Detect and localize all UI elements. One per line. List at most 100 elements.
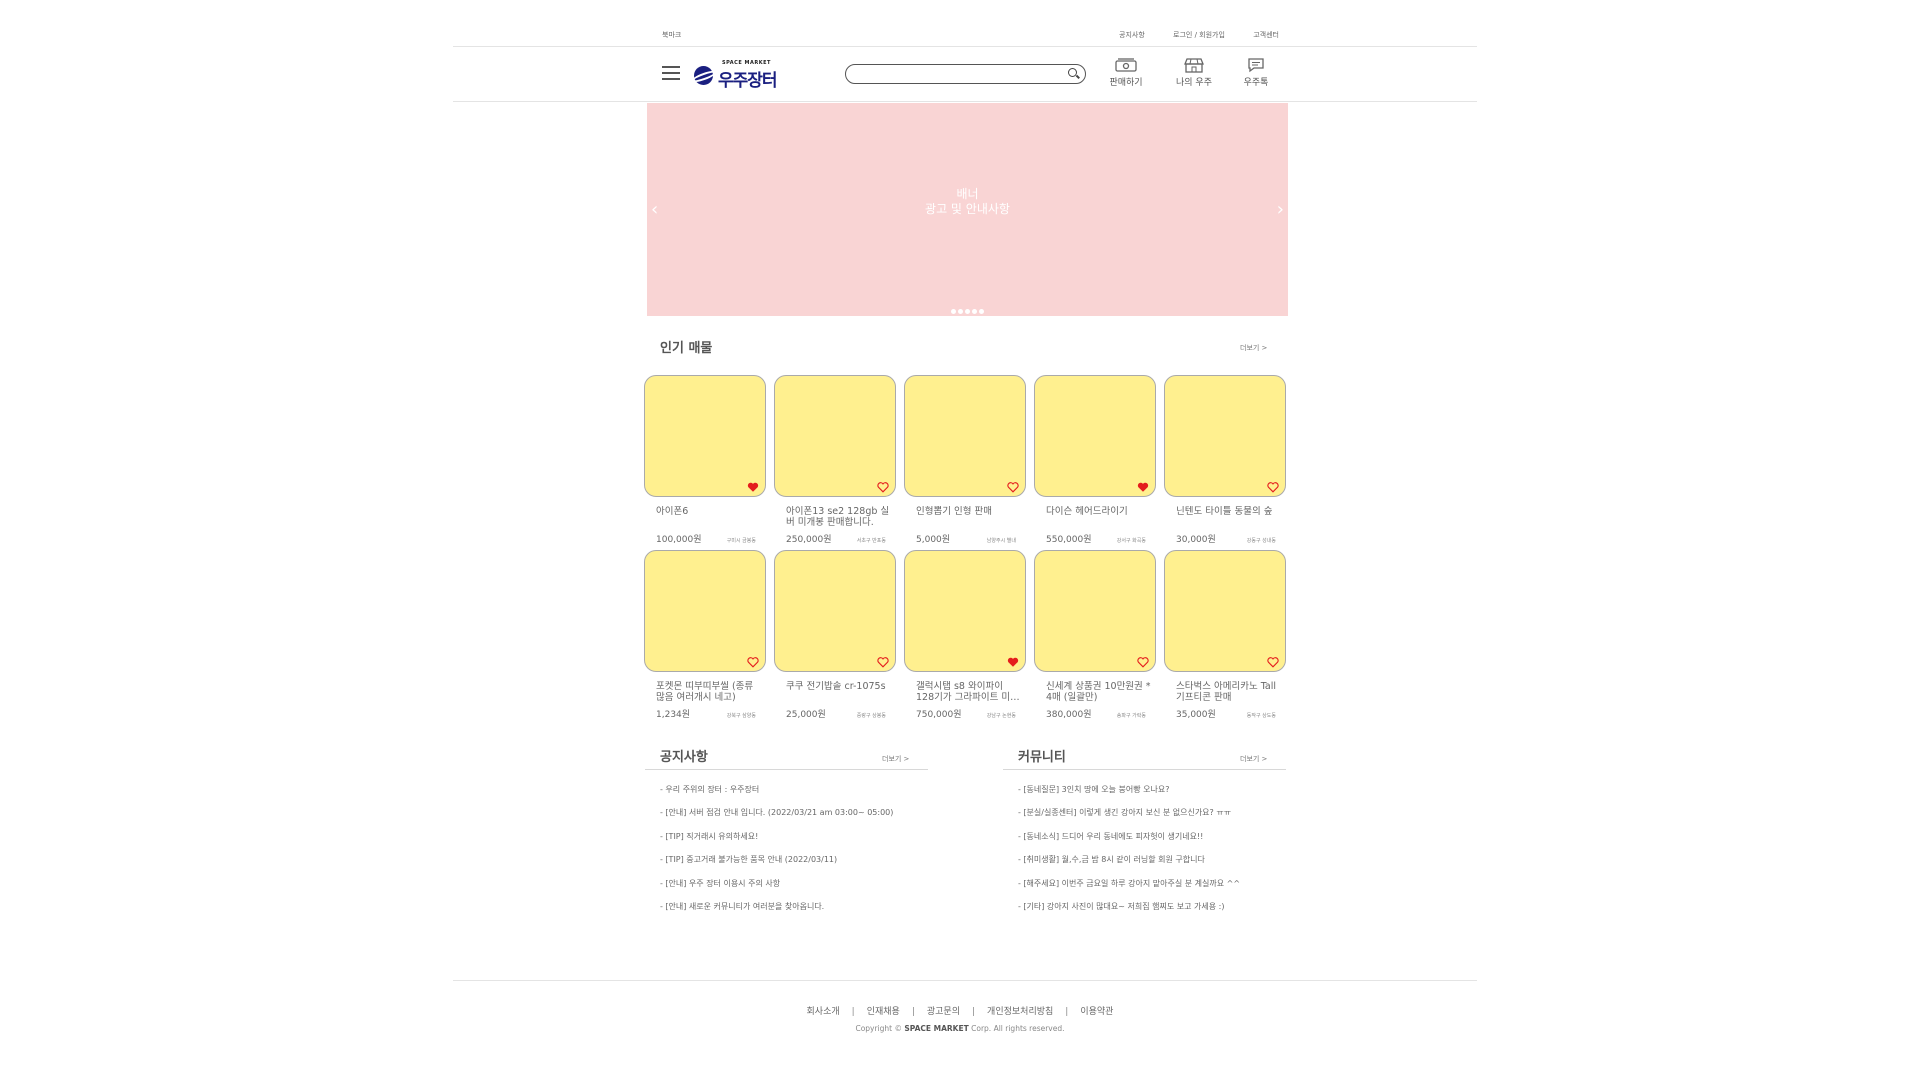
product-location: 강서구 화곡동 (1116, 538, 1146, 544)
product-card[interactable]: 다이슨 헤어드라이기 550,000원 강서구 화곡동 (1034, 375, 1156, 545)
product-card[interactable]: 신세계 상품권 10만원권 * 4매 (일괄만) 380,000원 송파구 가락동 (1034, 550, 1156, 720)
product-image[interactable] (774, 375, 896, 497)
notice-link[interactable]: 공지사항 (1119, 30, 1145, 40)
footer-link[interactable]: 이용약관 (1080, 1007, 1113, 1017)
product-image[interactable] (1034, 375, 1156, 497)
footer-separator: | (972, 1007, 976, 1017)
product-image[interactable] (1034, 550, 1156, 672)
product-title[interactable]: 아이폰6 (656, 506, 761, 532)
community-item[interactable]: - [분실/실종센터] 이렇게 생긴 강아지 보신 분 없으신가요? ㅠㅠ (1018, 807, 1240, 830)
product-price: 25,000원 (786, 710, 826, 720)
banner-dot[interactable] (951, 309, 956, 314)
footer-link[interactable]: 개인정보처리방침 (987, 1007, 1053, 1017)
copyright-brand: SPACE MARKET (904, 1024, 969, 1033)
bookmark-link[interactable]: 북마크 (662, 30, 681, 40)
product-location: 송파구 가락동 (1116, 713, 1146, 719)
search-icon[interactable] (1068, 68, 1077, 77)
search-input[interactable] (845, 64, 1086, 84)
logo-name: 우주장터 (718, 71, 778, 91)
nav-label: 우주톡 (1243, 78, 1269, 88)
heart-outline-icon[interactable] (1267, 653, 1279, 668)
banner-dot[interactable] (972, 309, 977, 314)
product-title[interactable]: 닌텐도 타이틀 동물의 숲 (1176, 506, 1281, 532)
product-image[interactable] (644, 550, 766, 672)
product-location: 강동구 성내동 (1246, 538, 1276, 544)
banner-text: 배너 (956, 187, 979, 201)
product-price: 750,000원 (916, 710, 962, 720)
community-item[interactable]: - [동네소식] 드디어 우리 동네에도 피자헛이 생기네요!! (1018, 831, 1240, 854)
product-title[interactable]: 신세계 상품권 10만원권 * 4매 (일괄만) (1046, 681, 1151, 707)
product-card[interactable]: 인형뽑기 인형 판매 5,000원 남양주시 별내 (904, 375, 1026, 545)
community-item[interactable]: - [동네질문] 3인치 땅에 오늘 붕어빵 오나요? (1018, 784, 1240, 807)
hamburger-menu-icon[interactable] (662, 66, 680, 80)
product-image[interactable] (774, 550, 896, 672)
community-item[interactable]: - [기타] 강아지 사진이 많대요~ 저희집 햄찌도 보고 가세용 :) (1018, 901, 1240, 924)
product-title[interactable]: 스타벅스 아메리카노 Tall 기프티콘 판매 (1176, 681, 1281, 707)
product-title[interactable]: 다이슨 헤어드라이기 (1046, 506, 1151, 532)
heart-outline-icon[interactable] (877, 478, 889, 493)
banner-dot[interactable] (958, 309, 963, 314)
heart-filled-icon[interactable] (1137, 478, 1149, 492)
product-title[interactable]: 쿠쿠 전기밥솥 cr-1075s (786, 681, 891, 707)
notice-item[interactable]: - [안내] 새로운 커뮤니티가 여러분을 찾아옵니다. (660, 901, 893, 924)
footer-separator: | (911, 1007, 915, 1017)
product-card[interactable]: 아이폰13 se2 128gb 실버 미개봉 판매합니다. 250,000원 서초구… (774, 375, 896, 545)
banner-dot[interactable] (979, 309, 984, 314)
product-location: 구미시 금봉동 (726, 538, 756, 544)
product-card[interactable]: 닌텐도 타이틀 동물의 숲 30,000원 강동구 성내동 (1164, 375, 1286, 545)
community-item[interactable]: - [해주세요] 이번주 금요일 하루 강아지 맡아주실 분 계실까요 ^^ (1018, 878, 1240, 901)
product-title[interactable]: 갤럭시탭 s8 와이파이 128기가 그라파이트 미… (916, 681, 1021, 707)
product-image[interactable] (904, 550, 1026, 672)
store-icon (1184, 58, 1204, 73)
footer-link[interactable]: 인재채용 (867, 1007, 900, 1017)
heart-outline-icon[interactable] (747, 653, 759, 668)
product-card[interactable]: 포켓몬 띠부띠부씰 (종류 많음 여러개시 네고) 1,234원 강북구 삼양동 (644, 550, 766, 720)
login-link[interactable]: 로그인 / 회원가입 (1173, 30, 1225, 40)
product-card[interactable]: 스타벅스 아메리카노 Tall 기프티콘 판매 35,000원 동작구 상도동 (1164, 550, 1286, 720)
heart-filled-icon[interactable] (747, 478, 759, 492)
logo[interactable]: SPACE MARKET 우주장터 (690, 60, 784, 91)
product-card[interactable]: 갤럭시탭 s8 와이파이 128기가 그라파이트 미… 750,000원 강남구 논… (904, 550, 1026, 720)
community-item[interactable]: - [취미생활] 월,수,금 밤 8시 같이 러닝할 회원 구합니다 (1018, 854, 1240, 877)
notice-item[interactable]: - [TIP] 직거래시 유의하세요! (660, 831, 893, 854)
popular-title: 인기 매물 (660, 341, 713, 356)
footer-link[interactable]: 회사소개 (807, 1007, 840, 1017)
product-image[interactable] (1164, 550, 1286, 672)
sell-button[interactable]: 판매하기 (1101, 58, 1151, 88)
banner-prev-button[interactable]: ‹ (651, 199, 658, 220)
product-image[interactable] (1164, 375, 1286, 497)
product-title[interactable]: 아이폰13 se2 128gb 실버 미개봉 판매합니다. (786, 506, 891, 532)
heart-outline-icon[interactable] (1007, 478, 1019, 493)
community-title: 커뮤니티 (1018, 750, 1066, 765)
notice-item[interactable]: - 우리 주위의 장터 : 우주장터 (660, 784, 893, 807)
heart-outline-icon[interactable] (1137, 653, 1149, 668)
notice-item[interactable]: - [안내] 우주 장터 이용시 주의 사항 (660, 878, 893, 901)
my-space-button[interactable]: 나의 우주 (1169, 58, 1219, 88)
notice-item[interactable]: - [안내] 서버 점검 안내 입니다. (2022/03/21 am 03:0… (660, 807, 893, 830)
product-image[interactable] (644, 375, 766, 497)
banner-dot[interactable] (965, 309, 970, 314)
support-link[interactable]: 고객센터 (1253, 30, 1279, 40)
product-title[interactable]: 포켓몬 띠부띠부씰 (종류 많음 여러개시 네고) (656, 681, 761, 707)
product-location: 서초구 반포동 (856, 538, 886, 544)
product-image[interactable] (904, 375, 1026, 497)
chat-icon (1248, 58, 1264, 73)
divider (453, 980, 1477, 981)
heart-outline-icon[interactable] (877, 653, 889, 668)
divider (453, 46, 1477, 47)
heart-filled-icon[interactable] (1007, 653, 1019, 667)
banner-next-button[interactable]: › (1277, 199, 1284, 220)
product-card[interactable]: 아이폰6 100,000원 구미시 금봉동 (644, 375, 766, 545)
chat-button[interactable]: 우주톡 (1231, 58, 1281, 88)
notice-item[interactable]: - [TIP] 중고거래 불가능한 품목 안내 (2022/03/11) (660, 854, 893, 877)
divider (1003, 769, 1286, 770)
notice-more-link[interactable]: 더보기 > (882, 754, 909, 764)
banner[interactable]: 배너 광고 및 안내사항 ‹ › (647, 103, 1288, 316)
heart-outline-icon[interactable] (1267, 478, 1279, 493)
product-title[interactable]: 인형뽑기 인형 판매 (916, 506, 1021, 532)
divider (645, 769, 928, 770)
popular-more-link[interactable]: 더보기 > (1240, 343, 1267, 353)
community-more-link[interactable]: 더보기 > (1240, 754, 1267, 764)
product-card[interactable]: 쿠쿠 전기밥솥 cr-1075s 25,000원 중랑구 상봉동 (774, 550, 896, 720)
footer-link[interactable]: 광고문의 (927, 1007, 960, 1017)
